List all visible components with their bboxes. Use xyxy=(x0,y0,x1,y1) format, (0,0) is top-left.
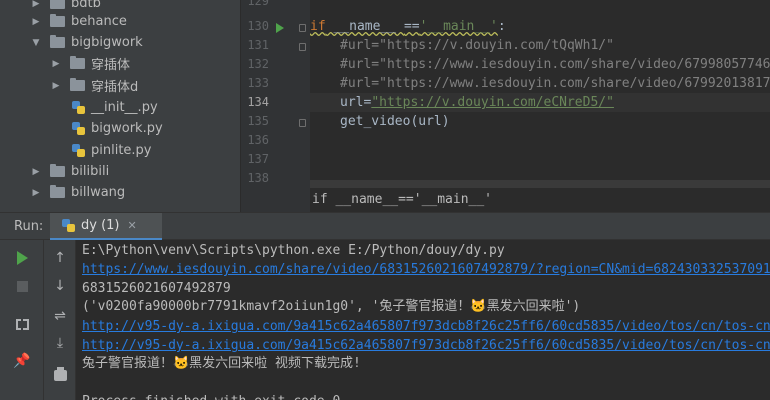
code-line-132: #url="https://www.iesdouyin.com/share/vi… xyxy=(340,57,770,72)
line-number: 132 xyxy=(247,57,269,71)
console-line: 兔子警官报道！🐱黑发六回来啦 视频下载完成! xyxy=(82,356,361,371)
arrow-down-icon: ↓ xyxy=(54,278,66,294)
chevron-right-icon[interactable]: ▶ xyxy=(50,80,62,92)
tree-item-billwang[interactable]: ▶ billwang xyxy=(30,182,125,203)
print-button[interactable] xyxy=(49,364,71,386)
arrow-up-icon: ↑ xyxy=(54,250,66,266)
tree-item-label: 穿插体 xyxy=(91,58,131,73)
python-icon xyxy=(62,219,75,232)
folder-icon xyxy=(50,14,65,27)
line-number: 130 xyxy=(247,19,269,33)
line-number: 135 xyxy=(247,114,269,128)
breadcrumb[interactable]: if __name__=='__main__' xyxy=(312,192,492,207)
run-gutter-icon[interactable] xyxy=(276,23,284,33)
restore-layout-button[interactable] xyxy=(11,313,33,335)
run-toolbar-secondary: ↑ ↓ ⇌ ⤓ xyxy=(44,240,76,400)
project-tree: ▶ bdtb ▶ behance ▼ bigbigwork ▶ 穿插体 ▶ 穿插… xyxy=(0,0,240,212)
layout-icon xyxy=(15,318,29,330)
line-number: 138 xyxy=(247,171,269,185)
tree-item-label: pinlite.py xyxy=(91,143,152,158)
console-link[interactable]: https://www.iesdouyin.com/share/video/68… xyxy=(82,260,770,279)
folder-icon xyxy=(50,0,65,9)
line-number: 129 xyxy=(247,0,269,8)
scroll-up-button[interactable]: ↑ xyxy=(49,247,71,269)
folder-icon xyxy=(70,56,85,69)
tree-item-bilibili[interactable]: ▶ bilibili xyxy=(30,161,109,182)
scroll-to-end-button[interactable]: ⤓ xyxy=(49,332,71,354)
printer-icon xyxy=(53,366,67,381)
console-line: 6831526021607492879 xyxy=(82,281,231,296)
scroll-to-end-icon: ⤓ xyxy=(56,335,64,351)
line-number: 136 xyxy=(247,133,269,147)
run-panel-header: Run: dy (1) ✕ xyxy=(0,212,770,240)
code-line-134: url="https://v.douyin.com/eCNreD5/" xyxy=(340,95,614,110)
fold-marker-icon[interactable] xyxy=(299,24,306,32)
python-file-icon xyxy=(72,122,85,135)
console-line: ('v0200fa90000br7791kmavf2oiiun1g0', '兔子… xyxy=(82,299,581,314)
line-number: 133 xyxy=(247,76,269,90)
code-line-133: #url="https://www.iesdouyin.com/share/vi… xyxy=(340,76,770,91)
editor-breadcrumb-bar: if __name__=='__main__' xyxy=(310,180,770,212)
stop-button[interactable] xyxy=(11,275,33,297)
close-icon[interactable]: ✕ xyxy=(128,219,137,232)
code-line-131: #url="https://v.douyin.com/tQqWh1/" xyxy=(340,38,614,53)
folder-icon xyxy=(50,164,65,177)
tree-item-label: bilibili xyxy=(71,164,110,179)
tree-item-label: bdtb xyxy=(71,0,101,11)
tree-item-init-py[interactable]: __init__.py xyxy=(52,97,158,118)
chevron-right-icon[interactable]: ▶ xyxy=(50,58,62,70)
fold-marker-icon[interactable] xyxy=(299,119,306,127)
chevron-right-icon[interactable]: ▶ xyxy=(30,16,42,28)
console-line: Process finished with exit code 0 xyxy=(82,392,340,400)
tree-item-label: __init__.py xyxy=(91,100,158,115)
tree-item-behance[interactable]: ▶ behance xyxy=(30,11,127,32)
rerun-button[interactable] xyxy=(11,247,33,269)
soft-wrap-icon: ⇌ xyxy=(54,308,66,324)
tree-item-label: billwang xyxy=(71,185,126,200)
line-number: 131 xyxy=(247,38,269,52)
soft-wrap-button[interactable]: ⇌ xyxy=(49,305,71,327)
console-output[interactable]: E:\Python\venv\Scripts\python.exe E:/Pyt… xyxy=(76,240,770,400)
chevron-down-icon[interactable]: ▼ xyxy=(30,37,42,49)
pin-tab-button[interactable]: 📌 xyxy=(11,350,33,372)
chevron-right-icon[interactable]: ▶ xyxy=(30,187,42,199)
fold-marker-icon[interactable] xyxy=(299,43,306,51)
tree-item-chuanchatid[interactable]: ▶ 穿插体d xyxy=(50,75,138,96)
tree-item-bigwork-py[interactable]: bigwork.py xyxy=(52,118,163,139)
chevron-right-icon[interactable]: ▶ xyxy=(30,166,42,178)
run-tab-label: dy (1) xyxy=(81,218,120,233)
tree-item-label: bigbigwork xyxy=(71,35,143,50)
scroll-down-button[interactable]: ↓ xyxy=(49,275,71,297)
run-panel-label: Run: xyxy=(14,219,44,234)
console-line: E:\Python\venv\Scripts\python.exe E:/Pyt… xyxy=(82,243,505,258)
run-toolbar-primary: 📌 xyxy=(0,240,44,400)
python-file-icon xyxy=(72,101,85,114)
code-line-135: get_video(url) xyxy=(340,114,450,129)
pin-icon: 📌 xyxy=(13,353,31,369)
tree-item-chuanchati[interactable]: ▶ 穿插体 xyxy=(50,53,130,74)
folder-icon xyxy=(50,185,65,198)
line-number: 137 xyxy=(247,152,269,166)
stop-icon xyxy=(16,280,28,292)
code-line-130: if __name__ =='__main__': xyxy=(310,19,506,34)
tree-item-label: bigwork.py xyxy=(91,121,163,136)
tree-item-bigbigwork[interactable]: ▼ bigbigwork xyxy=(30,32,143,53)
chevron-right-icon[interactable]: ▶ xyxy=(30,0,42,10)
run-tab[interactable]: dy (1) ✕ xyxy=(50,213,162,240)
tree-item-label: 穿插体d xyxy=(91,80,139,95)
console-link[interactable]: http://v95-dy-a.ixigua.com/9a415c62a4658… xyxy=(82,336,770,355)
folder-icon xyxy=(70,78,85,91)
python-file-icon xyxy=(72,144,85,157)
tree-item-pinlite-py[interactable]: pinlite.py xyxy=(52,140,152,161)
play-icon xyxy=(16,251,28,265)
editor-gutter: 129 130 131 132 133 134 135 136 137 138 xyxy=(240,0,310,212)
tree-item-label: behance xyxy=(71,14,127,29)
line-number-current: 134 xyxy=(247,95,269,109)
folder-icon xyxy=(50,35,65,48)
console-link[interactable]: http://v95-dy-a.ixigua.com/9a415c62a4658… xyxy=(82,317,770,336)
